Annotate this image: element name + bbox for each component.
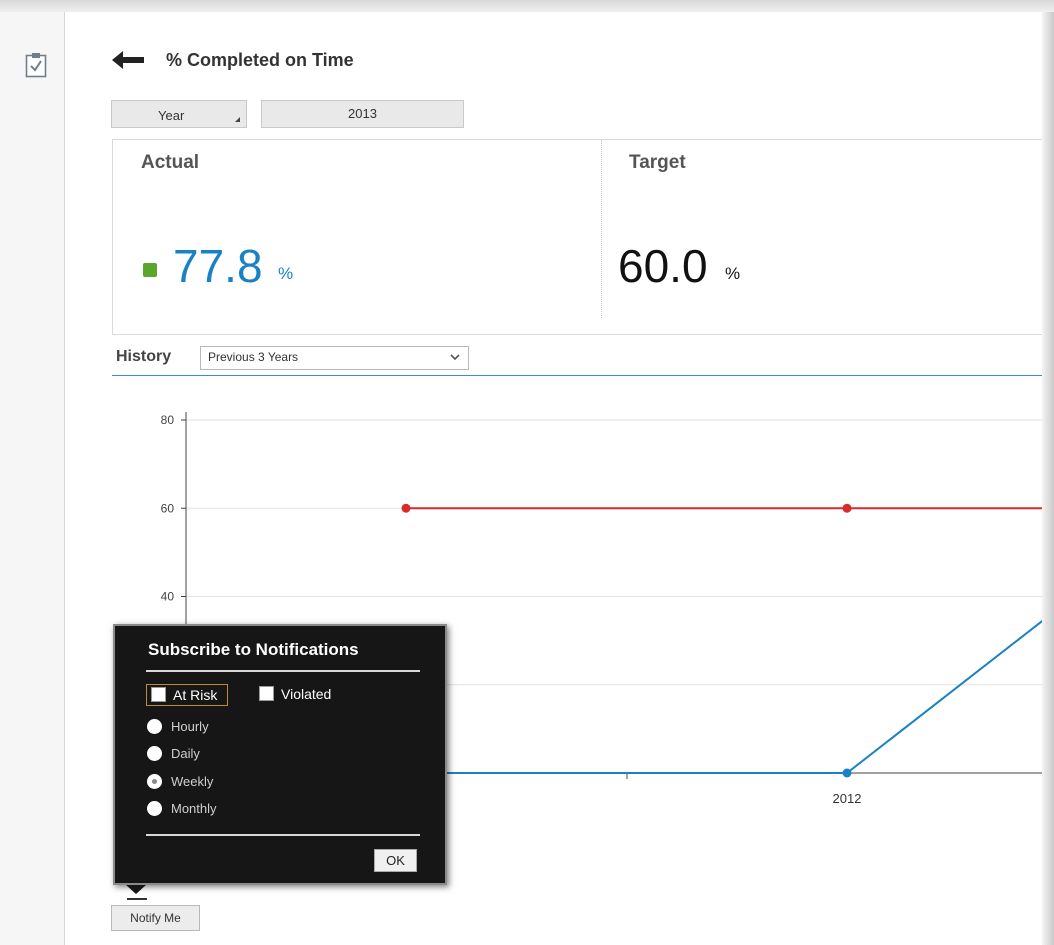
data-point (842, 503, 852, 513)
popup-pointer (126, 885, 146, 894)
radio-label: Weekly (171, 774, 214, 789)
violated-checkbox[interactable]: Violated (255, 684, 355, 704)
radio-button[interactable] (147, 746, 162, 761)
radio-button[interactable] (147, 719, 162, 734)
radio-button[interactable] (147, 801, 162, 816)
radio-button-selected[interactable] (147, 774, 162, 789)
checkbox-label: Violated (281, 686, 332, 702)
x-tick-label: 2012 (833, 791, 862, 806)
popup-divider (146, 670, 420, 672)
series-line-1 (406, 619, 1042, 774)
notifications-popup: Subscribe to Notifications At Risk Viola… (113, 624, 447, 885)
popup-divider (146, 834, 420, 836)
y-tick-label: 80 (161, 413, 175, 427)
checkbox-box[interactable] (151, 687, 166, 702)
checkbox-label: At Risk (173, 687, 218, 703)
at-risk-checkbox[interactable]: At Risk (146, 684, 228, 706)
data-point (401, 503, 411, 513)
radio-label: Daily (171, 746, 200, 761)
notify-me-button[interactable]: Notify Me (111, 905, 200, 931)
data-point (842, 768, 852, 778)
popup-anchor-bar (127, 898, 147, 900)
checkbox-box[interactable] (259, 686, 274, 701)
popup-title: Subscribe to Notifications (148, 640, 359, 659)
radio-label: Hourly (171, 719, 209, 734)
y-tick-label: 60 (161, 501, 175, 515)
y-tick-label: 40 (161, 590, 175, 604)
ok-button[interactable]: OK (374, 849, 417, 872)
radio-label: Monthly (171, 801, 217, 816)
